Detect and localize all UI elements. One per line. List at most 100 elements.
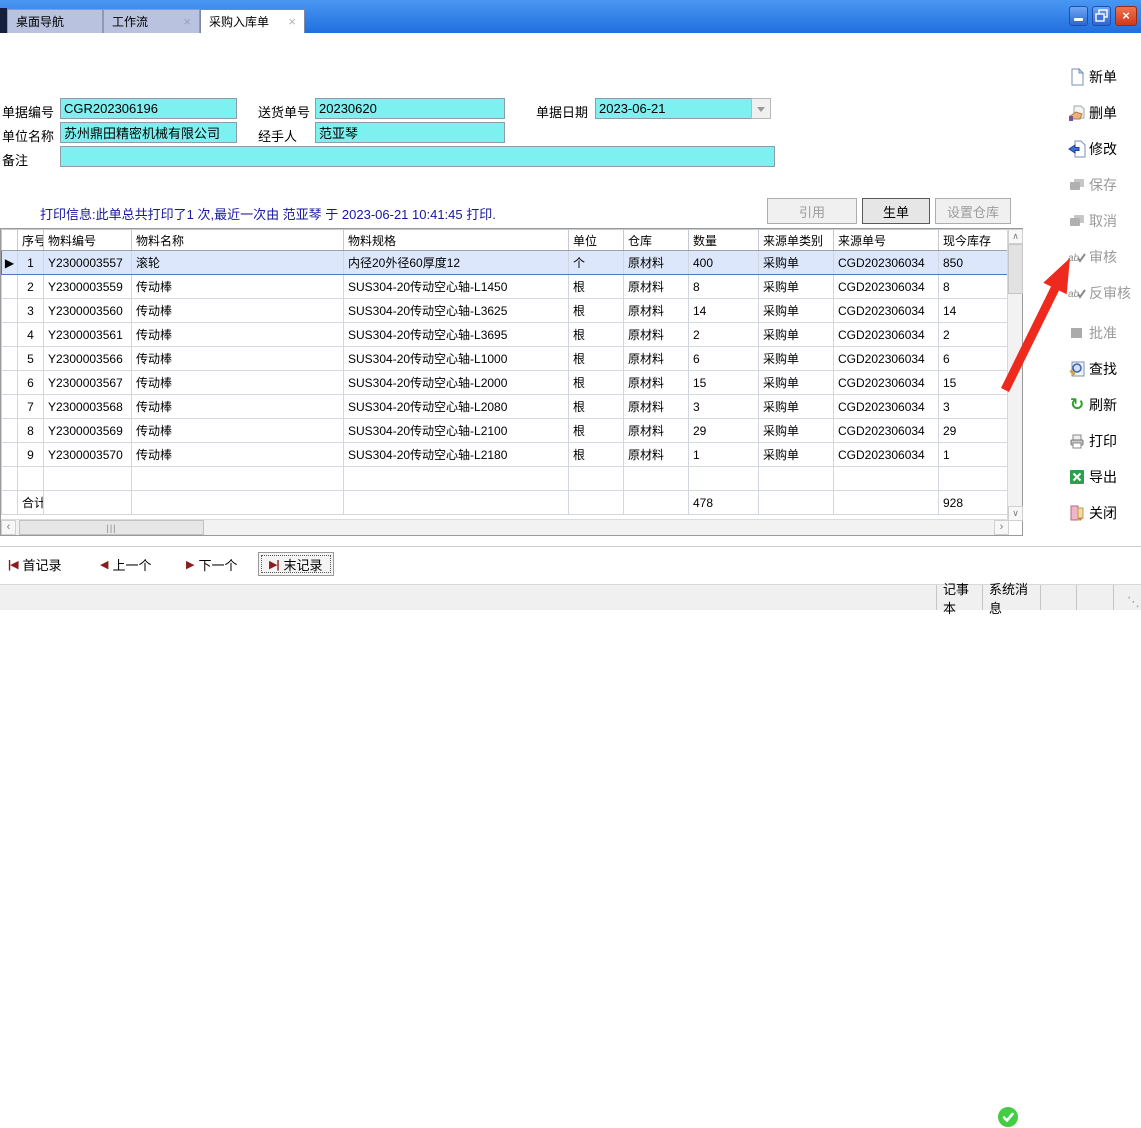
cell-seq[interactable]: 5 (18, 347, 44, 371)
cell-source-no[interactable]: CGD202306034 (834, 275, 939, 299)
col-header[interactable]: 单位 (569, 230, 624, 251)
cell-seq[interactable]: 7 (18, 395, 44, 419)
cell-warehouse[interactable]: 原材料 (624, 347, 689, 371)
doc-no-field[interactable] (60, 98, 237, 119)
cell-current-stock[interactable]: 2 (939, 323, 1009, 347)
cell-material-spec[interactable]: 内径20外径60厚度12 (344, 251, 569, 275)
cell-current-stock[interactable]: 6 (939, 347, 1009, 371)
cell-material-spec[interactable]: SUS304-20传动空心轴-L2080 (344, 395, 569, 419)
cell-current-stock[interactable]: 850 (939, 251, 1009, 275)
cell-quantity[interactable]: 8 (689, 275, 759, 299)
cell-unit[interactable]: 根 (569, 299, 624, 323)
tab-workflow[interactable]: 工作流 × (103, 9, 200, 33)
cell-material-spec[interactable]: SUS304-20传动空心轴-L1000 (344, 347, 569, 371)
set-warehouse-button[interactable]: 设置仓库 (935, 198, 1011, 224)
cell-current-stock[interactable]: 14 (939, 299, 1009, 323)
cell-material-name[interactable]: 传动棒 (132, 275, 344, 299)
edit-doc-button[interactable]: 修改 (1068, 138, 1140, 160)
cell-source-type[interactable]: 采购单 (759, 299, 834, 323)
cell-warehouse[interactable]: 原材料 (624, 299, 689, 323)
cell-warehouse[interactable]: 原材料 (624, 419, 689, 443)
cell-material-name[interactable]: 传动棒 (132, 395, 344, 419)
cell-source-no[interactable]: CGD202306034 (834, 323, 939, 347)
horizontal-scrollbar[interactable]: ‹ ||| › (1, 519, 1009, 535)
cell-warehouse[interactable]: 原材料 (624, 251, 689, 275)
close-form-button[interactable]: 关闭 (1068, 502, 1140, 524)
tab-desktop-nav[interactable]: 桌面导航 (7, 9, 103, 33)
cell-current-stock[interactable]: 3 (939, 395, 1009, 419)
table-row[interactable]: ▶ 1 Y2300003557 滚轮 内径20外径60厚度12 个 原材料 40… (2, 251, 1009, 275)
cell-material-spec[interactable]: SUS304-20传动空心轴-L2180 (344, 443, 569, 467)
cell-warehouse[interactable]: 原材料 (624, 395, 689, 419)
cell-material-name[interactable]: 滚轮 (132, 251, 344, 275)
table-row[interactable]: 3 Y2300003560 传动棒 SUS304-20传动空心轴-L3625 根… (2, 299, 1009, 323)
cell-material-spec[interactable]: SUS304-20传动空心轴-L3625 (344, 299, 569, 323)
tab-purchase-stockin[interactable]: 采购入库单 × (200, 9, 305, 33)
cell-material-name[interactable]: 传动棒 (132, 299, 344, 323)
cell-source-type[interactable]: 采购单 (759, 347, 834, 371)
delivery-no-field[interactable] (315, 98, 505, 119)
col-header[interactable]: 序号 (18, 230, 44, 251)
tab-close-icon[interactable]: × (288, 15, 296, 28)
cell-seq[interactable]: 6 (18, 371, 44, 395)
cancel-button[interactable]: 取消 (1068, 210, 1140, 232)
cell-quantity[interactable]: 400 (689, 251, 759, 275)
cell-warehouse[interactable]: 原材料 (624, 275, 689, 299)
scroll-down-icon[interactable]: ∨ (1008, 506, 1023, 521)
find-button[interactable]: 查找 (1068, 358, 1140, 380)
unit-name-field[interactable] (60, 122, 237, 143)
cell-warehouse[interactable]: 原材料 (624, 371, 689, 395)
cell-quantity[interactable]: 1 (689, 443, 759, 467)
export-button[interactable]: 导出 (1068, 466, 1140, 488)
cell-quantity[interactable]: 15 (689, 371, 759, 395)
previous-record-button[interactable]: ◀ 上一个 (100, 552, 151, 576)
cell-unit[interactable]: 根 (569, 323, 624, 347)
resize-grip-icon[interactable]: ⋱ (1127, 594, 1140, 610)
cell-unit[interactable]: 根 (569, 395, 624, 419)
cell-material-code[interactable]: Y2300003570 (44, 443, 132, 467)
remark-field[interactable] (60, 146, 775, 167)
status-system-messages[interactable]: 系统消息 (982, 585, 1040, 610)
table-row[interactable]: 2 Y2300003559 传动棒 SUS304-20传动空心轴-L1450 根… (2, 275, 1009, 299)
quote-button[interactable]: 引用 (767, 198, 857, 224)
cell-warehouse[interactable]: 原材料 (624, 323, 689, 347)
col-header[interactable]: 来源单号 (834, 230, 939, 251)
col-header[interactable]: 物料规格 (344, 230, 569, 251)
cell-material-spec[interactable]: SUS304-20传动空心轴-L2100 (344, 419, 569, 443)
cell-quantity[interactable]: 14 (689, 299, 759, 323)
cell-unit[interactable]: 根 (569, 419, 624, 443)
refresh-button[interactable]: ↻ 刷新 (1068, 394, 1140, 416)
cell-material-code[interactable]: Y2300003569 (44, 419, 132, 443)
cell-material-name[interactable]: 传动棒 (132, 419, 344, 443)
last-record-button[interactable]: ▶| 末记录 (258, 552, 334, 576)
cell-source-no[interactable]: CGD202306034 (834, 419, 939, 443)
col-header[interactable]: 来源单类别 (759, 230, 834, 251)
cell-quantity[interactable]: 2 (689, 323, 759, 347)
table-row[interactable]: 9 Y2300003570 传动棒 SUS304-20传动空心轴-L2180 根… (2, 443, 1009, 467)
table-row[interactable]: 4 Y2300003561 传动棒 SUS304-20传动空心轴-L3695 根… (2, 323, 1009, 347)
cell-material-code[interactable]: Y2300003560 (44, 299, 132, 323)
cell-source-type[interactable]: 采购单 (759, 419, 834, 443)
cell-quantity[interactable]: 29 (689, 419, 759, 443)
cell-material-code[interactable]: Y2300003561 (44, 323, 132, 347)
cell-unit[interactable]: 根 (569, 275, 624, 299)
reverse-audit-button[interactable]: ab 反审核 (1068, 282, 1140, 304)
minimize-button[interactable] (1069, 6, 1088, 26)
cell-current-stock[interactable]: 15 (939, 371, 1009, 395)
handler-field[interactable] (315, 122, 505, 143)
cell-source-no[interactable]: CGD202306034 (834, 299, 939, 323)
table-row[interactable]: 8 Y2300003569 传动棒 SUS304-20传动空心轴-L2100 根… (2, 419, 1009, 443)
vertical-scrollbar[interactable]: ∧ ∨ (1007, 229, 1022, 521)
audit-button[interactable]: ab 审核 (1068, 246, 1140, 268)
cell-material-name[interactable]: 传动棒 (132, 443, 344, 467)
cell-source-type[interactable]: 采购单 (759, 323, 834, 347)
cell-source-no[interactable]: CGD202306034 (834, 443, 939, 467)
col-header[interactable]: 现今库存 (939, 230, 1009, 251)
doc-date-field[interactable] (595, 98, 771, 119)
cell-unit[interactable]: 个 (569, 251, 624, 275)
cell-source-type[interactable]: 采购单 (759, 251, 834, 275)
print-button[interactable]: 打印 (1068, 430, 1140, 452)
cell-material-spec[interactable]: SUS304-20传动空心轴-L3695 (344, 323, 569, 347)
cell-material-code[interactable]: Y2300003568 (44, 395, 132, 419)
cell-source-no[interactable]: CGD202306034 (834, 395, 939, 419)
